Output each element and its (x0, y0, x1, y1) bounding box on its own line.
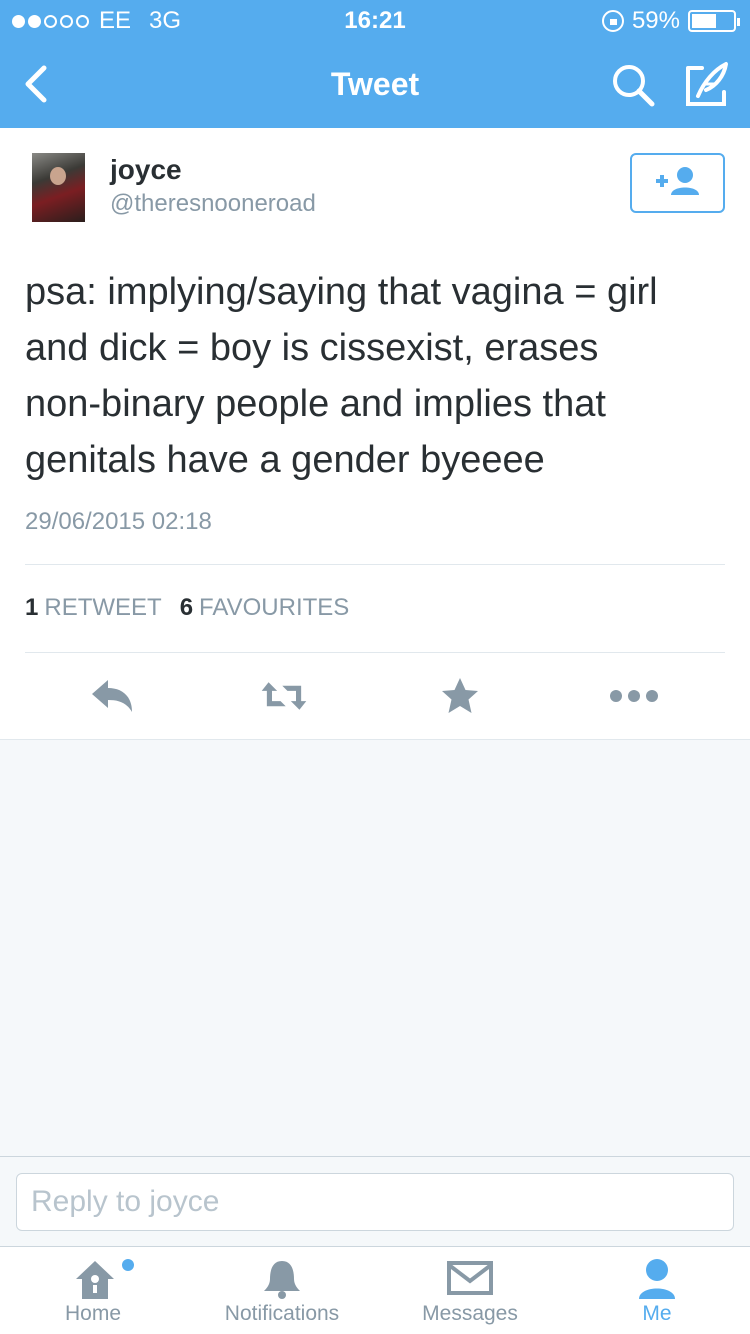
reply-icon[interactable] (88, 676, 136, 716)
add-user-icon (656, 167, 699, 195)
tab-notifications[interactable]: Notifications (206, 1247, 358, 1334)
favourite-label: FAVOURITES (199, 594, 350, 621)
status-right: 59% (601, 7, 740, 35)
envelope-icon (447, 1261, 493, 1295)
tweet-text: psa: implying/saying that vagina = girl … (25, 264, 725, 488)
tab-label: Messages (422, 1302, 518, 1325)
tab-messages[interactable]: Messages (400, 1247, 540, 1334)
tweet-timestamp: 29/06/2015 02:18 (25, 508, 212, 535)
reply-bar (0, 1156, 750, 1246)
battery-percent: 59% (631, 7, 680, 34)
retweet-label: RETWEET (44, 594, 162, 621)
top-bar: EE 3G 16:21 59% Tweet (0, 0, 750, 128)
tab-label: Notifications (224, 1302, 340, 1325)
tab-label: Me (642, 1302, 672, 1325)
retweets-stat[interactable]: 1 RETWEET (25, 594, 162, 622)
divider (25, 564, 725, 565)
more-options-icon[interactable] (608, 676, 660, 716)
person-icon (639, 1259, 675, 1299)
search-icon[interactable] (610, 62, 656, 108)
tab-me[interactable]: Me (612, 1247, 702, 1334)
retweet-count: 1 (25, 594, 39, 621)
tweet-text-line: and dick = boy is cissexist, erases (25, 327, 599, 369)
tab-label: Home (64, 1302, 122, 1325)
tweet-stats: 1 RETWEET 6 FAVOURITES (25, 594, 349, 622)
battery-icon (688, 10, 740, 32)
status-bar: EE 3G 16:21 59% (0, 0, 750, 40)
bell-icon (264, 1261, 300, 1299)
favourites-stat[interactable]: 6 FAVOURITES (180, 594, 350, 622)
favourite-count: 6 (179, 594, 194, 621)
tweet-card: joyce @theresnooneroad psa: implying/say… (0, 128, 750, 740)
tweet-text-line: non-binary people and implies that (25, 383, 606, 425)
author-name[interactable]: joyce (110, 154, 182, 186)
tab-home[interactable]: Home (30, 1247, 156, 1334)
divider (25, 652, 725, 653)
avatar[interactable] (32, 153, 85, 222)
compose-icon[interactable] (684, 60, 730, 108)
reply-input[interactable] (16, 1173, 734, 1231)
tweet-actions (0, 668, 750, 728)
rotation-lock-icon (601, 10, 624, 32)
home-icon (76, 1261, 114, 1299)
tweet-text-line: genitals have a gender byeeee (25, 439, 545, 481)
favourite-star-icon[interactable] (436, 676, 484, 716)
nav-bar: Tweet (0, 40, 750, 128)
follow-button[interactable] (630, 153, 725, 213)
tab-bar: Home Notifications Messages Me (0, 1246, 750, 1334)
retweet-icon[interactable] (260, 676, 308, 716)
tweet-text-line: psa: implying/saying that vagina = girl (25, 271, 658, 313)
new-content-dot-icon (122, 1259, 134, 1271)
author-handle[interactable]: @theresnooneroad (110, 190, 316, 218)
